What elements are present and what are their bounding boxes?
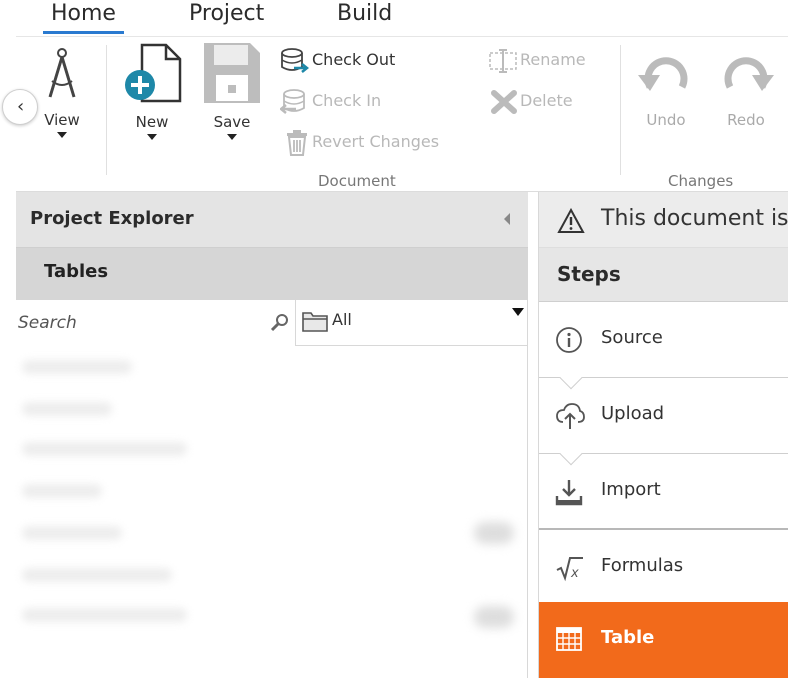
folder-icon [302,312,328,332]
step-table[interactable]: Table [539,602,788,678]
database-checkout-icon [281,47,310,73]
table-filter-dropdown[interactable]: All [300,300,528,346]
import-tray-icon [555,480,583,506]
step-formulas[interactable]: x Formulas [539,530,788,606]
cloud-upload-icon [556,403,585,429]
step-label: Source [601,327,663,348]
formula-icon: x [556,557,583,582]
floppy-disk-icon [204,43,260,103]
rename-label: Rename [520,50,586,69]
check-out-label: Check Out [312,50,396,69]
filter-value: All [332,310,352,329]
list-item[interactable] [22,568,172,582]
view-label: View [44,111,80,129]
new-button[interactable]: New [120,41,184,140]
collapse-panel-icon[interactable] [504,213,510,225]
table-grid-icon [556,627,582,651]
info-icon [556,327,582,353]
compass-icon [48,48,76,98]
step-label: Formulas [601,555,684,576]
warning-icon [557,208,585,233]
read-only-notice-text: This document is r [601,206,788,231]
delete-x-icon [491,89,517,114]
search-icon[interactable] [270,312,290,332]
tables-section-header[interactable]: Tables [16,248,528,300]
list-item[interactable] [22,484,102,498]
save-button[interactable]: Save [202,41,262,140]
list-item[interactable] [22,360,132,374]
tables-section-label: Tables [44,261,109,282]
undo-label: Undo [646,111,686,129]
new-label: New [135,113,169,131]
steps-panel: This document is r Steps Source Upload I… [538,192,788,678]
undo-icon [638,57,688,91]
delete-label: Delete [520,91,573,110]
database-checkin-icon [278,88,305,114]
steps-header: Steps [539,248,788,302]
step-import[interactable]: Import [539,454,788,530]
revert-changes-button[interactable]: Revert Changes [284,129,440,156]
chevron-left-icon: ‹ [17,96,25,117]
tab-build[interactable]: Build [337,0,392,32]
project-explorer-title: Project Explorer [30,208,194,229]
redo-icon [724,57,774,91]
step-label: Table [601,627,655,648]
step-source[interactable]: Source [539,302,788,390]
tab-home[interactable]: Home [43,0,124,34]
check-in-button[interactable]: Check In [278,88,382,114]
trash-icon [287,129,307,156]
undo-button[interactable]: Undo [634,51,698,129]
list-item-badge [474,522,514,544]
search-input[interactable] [16,300,296,346]
revert-changes-label: Revert Changes [312,132,440,151]
check-in-label: Check In [312,91,382,110]
redo-button[interactable]: Redo [714,51,778,129]
list-item[interactable] [22,608,187,622]
step-upload[interactable]: Upload [539,378,788,466]
ribbon-tabs: Home Project Build [0,0,794,36]
step-label: Upload [601,403,665,424]
ribbon-toolbar: ‹ View New Save Check Out Check In Rever… [2,36,788,192]
project-explorer-header: Project Explorer [16,192,528,248]
ribbon-separator [106,45,107,175]
save-label: Save [213,113,251,131]
caret-down-icon [147,134,157,140]
tab-project[interactable]: Project [189,0,264,32]
caret-down-icon [227,134,237,140]
rename-button[interactable]: Rename [488,47,586,73]
rename-icon [489,48,517,73]
read-only-notice: This document is r [539,192,788,248]
view-button[interactable]: View [38,45,86,138]
svg-text:x: x [570,566,579,581]
list-item[interactable] [22,442,187,456]
delete-button[interactable]: Delete [490,88,573,114]
redo-label: Redo [727,111,765,129]
caret-down-icon [57,132,67,138]
ribbon-scroll-left-button[interactable]: ‹ [2,89,38,125]
group-label-changes: Changes [668,172,734,190]
steps-title: Steps [557,262,621,286]
list-item-badge [474,606,514,628]
ribbon-separator [620,45,621,175]
check-out-button[interactable]: Check Out [280,47,395,73]
step-label: Import [601,479,661,500]
new-document-icon [125,43,182,103]
dropdown-arrow-icon [512,308,524,316]
search-filter-row: All [16,300,528,346]
list-item[interactable] [22,526,122,540]
list-item[interactable] [22,402,112,416]
project-explorer-panel: Project Explorer Tables All [16,192,528,678]
group-label-document: Document [318,172,396,190]
